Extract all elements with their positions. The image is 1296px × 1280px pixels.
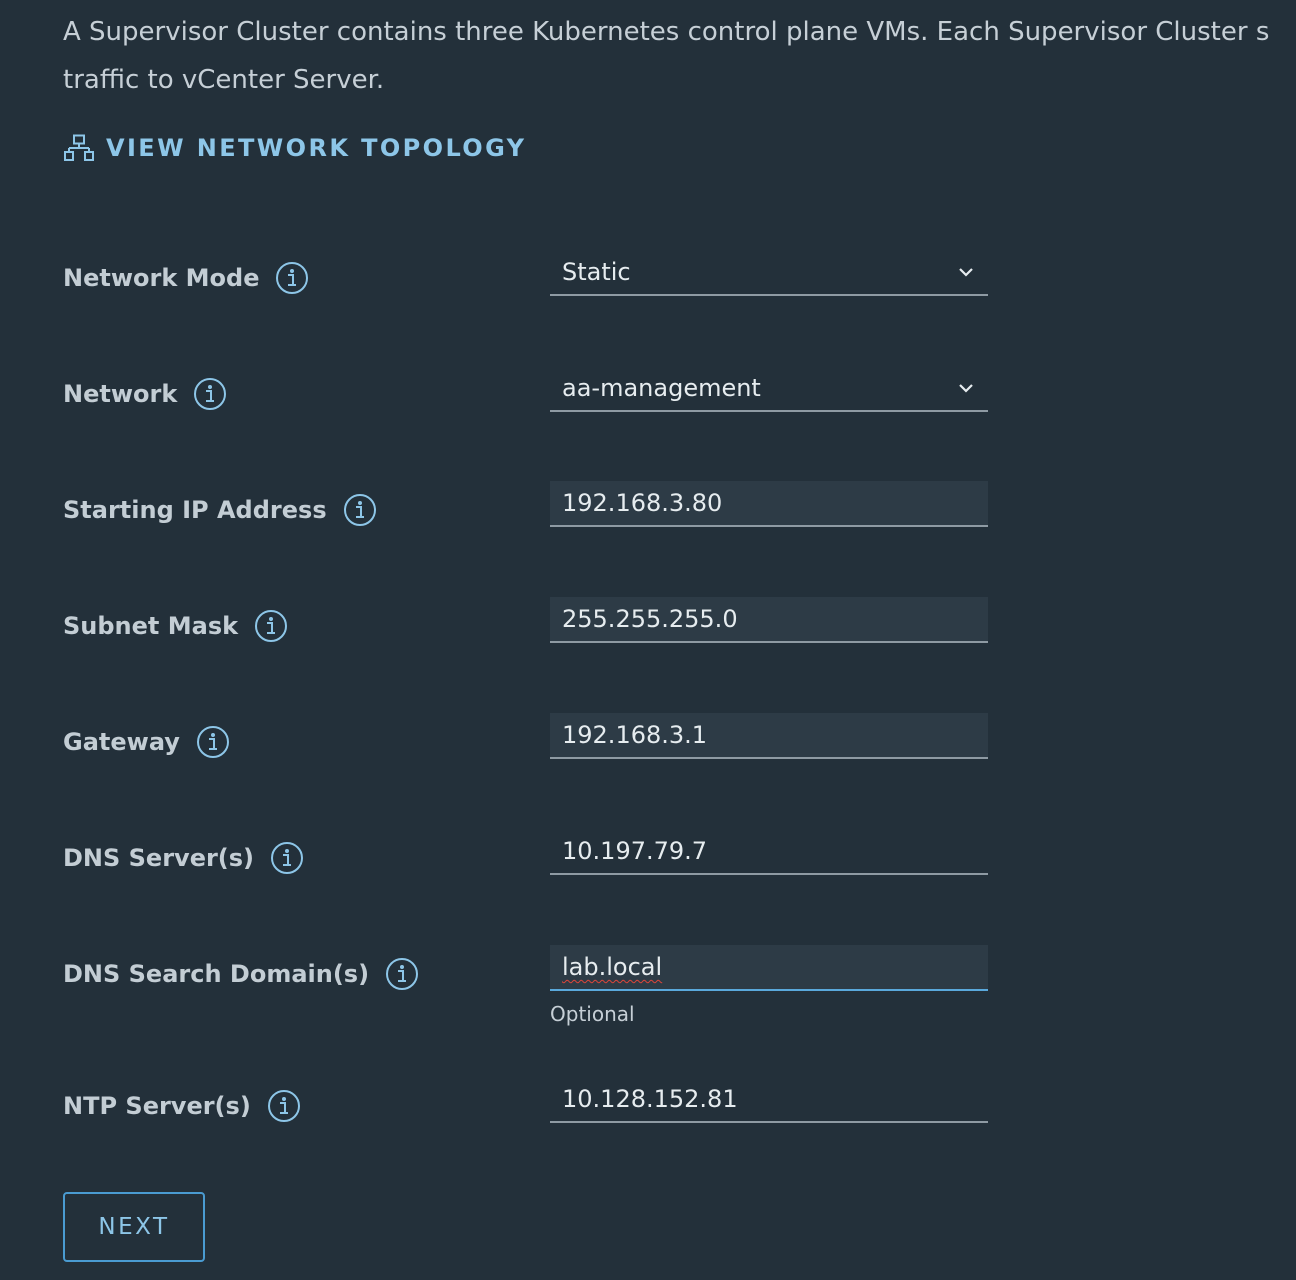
network-select[interactable]: aa-management <box>550 366 988 412</box>
info-icon[interactable] <box>193 377 227 411</box>
info-icon[interactable] <box>270 841 304 875</box>
ntp-servers-value: 10.128.152.81 <box>562 1085 738 1113</box>
subnet-mask-label: Subnet Mask <box>63 612 239 640</box>
network-mode-label: Network Mode <box>63 264 260 292</box>
starting-ip-input[interactable]: 192.168.3.80 <box>550 481 988 527</box>
description-text: A Supervisor Cluster contains three Kube… <box>63 17 1270 95</box>
gateway-label: Gateway <box>63 728 180 756</box>
next-button[interactable]: NEXT <box>63 1192 205 1262</box>
ntp-servers-label: NTP Server(s) <box>63 1092 251 1120</box>
network-mode-value: Static <box>562 258 631 286</box>
chevron-down-icon <box>956 262 976 282</box>
chevron-down-icon <box>956 378 976 398</box>
subnet-mask-value: 255.255.255.0 <box>562 605 738 633</box>
gateway-input[interactable]: 192.168.3.1 <box>550 713 988 759</box>
starting-ip-value: 192.168.3.80 <box>562 489 723 517</box>
network-topology-icon <box>64 134 94 162</box>
dns-servers-value: 10.197.79.7 <box>562 837 708 865</box>
ntp-servers-input[interactable]: 10.128.152.81 <box>550 1077 988 1123</box>
dns-search-domains-value: lab.local <box>562 953 663 981</box>
view-network-topology-link[interactable]: VIEW NETWORK TOPOLOGY <box>64 134 526 162</box>
gateway-value: 192.168.3.1 <box>562 721 708 749</box>
dns-search-domains-label: DNS Search Domain(s) <box>63 960 370 988</box>
info-icon[interactable] <box>267 1089 301 1123</box>
info-icon[interactable] <box>385 957 419 991</box>
view-network-topology-label: VIEW NETWORK TOPOLOGY <box>106 134 527 162</box>
info-icon[interactable] <box>275 261 309 295</box>
dns-search-domains-input[interactable]: lab.local <box>550 945 988 991</box>
info-icon[interactable] <box>196 725 230 759</box>
network-value: aa-management <box>562 374 761 402</box>
dns-search-domains-helper: Optional <box>550 1002 635 1026</box>
info-icon[interactable] <box>254 609 288 643</box>
info-icon[interactable] <box>343 493 377 527</box>
dns-servers-label: DNS Server(s) <box>63 844 255 872</box>
network-label: Network <box>63 380 178 408</box>
dns-servers-input[interactable]: 10.197.79.7 <box>550 829 988 875</box>
subnet-mask-input[interactable]: 255.255.255.0 <box>550 597 988 643</box>
network-mode-select[interactable]: Static <box>550 250 988 296</box>
starting-ip-label: Starting IP Address <box>63 496 327 524</box>
